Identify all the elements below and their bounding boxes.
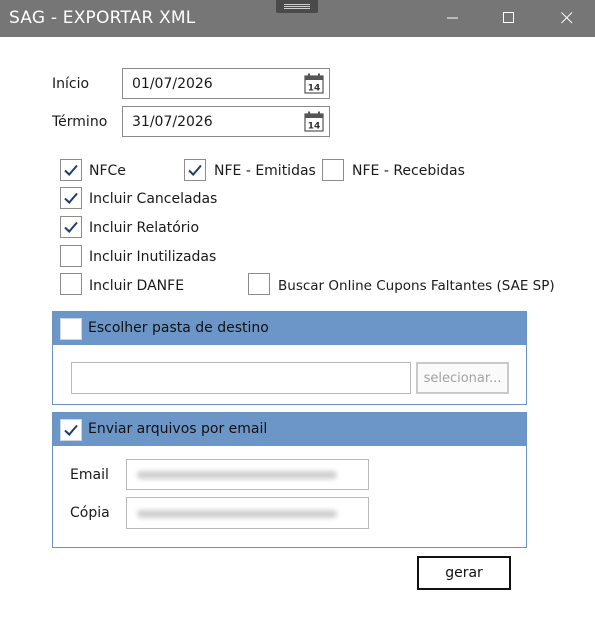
check-icon xyxy=(188,164,202,176)
email-title: Enviar arquivos por email xyxy=(88,421,268,437)
pasta-path-input[interactable] xyxy=(71,362,411,394)
termino-label: Término xyxy=(52,114,108,130)
copia-input[interactable] xyxy=(126,497,369,529)
minimize-button[interactable] xyxy=(439,7,467,29)
pasta-destino-title: Escolher pasta de destino xyxy=(88,320,269,336)
email-group: Enviar arquivos por email Email Cópia xyxy=(52,412,527,548)
incluir-relatorio-label: Incluir Relatório xyxy=(89,220,200,236)
calendar-icon[interactable]: 14 xyxy=(304,73,324,94)
maximize-icon xyxy=(503,12,514,23)
email-header: Enviar arquivos por email xyxy=(53,413,526,446)
check-icon xyxy=(64,164,78,176)
pasta-destino-group: Escolher pasta de destino selecionar... xyxy=(52,311,527,405)
inicio-label: Início xyxy=(52,76,90,92)
window-title: SAG - EXPORTAR XML xyxy=(9,8,196,28)
pasta-destino-checkbox[interactable] xyxy=(60,318,82,340)
title-bar[interactable]: SAG - EXPORTAR XML xyxy=(0,0,595,37)
nfe-recebidas-label: NFE - Recebidas xyxy=(352,163,465,179)
pasta-destino-header: Escolher pasta de destino xyxy=(53,312,526,345)
gerar-button[interactable]: gerar xyxy=(417,556,511,590)
email-checkbox[interactable] xyxy=(60,419,82,441)
incluir-relatorio-checkbox[interactable] xyxy=(60,216,82,238)
incluir-inutilizadas-label: Incluir Inutilizadas xyxy=(89,249,217,265)
nfe-emitidas-label: NFE - Emitidas xyxy=(214,163,316,179)
minimize-icon xyxy=(447,17,458,19)
nfe-recebidas-checkbox[interactable] xyxy=(322,159,344,181)
nfce-label: NFCe xyxy=(89,163,126,179)
incluir-danfe-checkbox[interactable] xyxy=(60,273,82,295)
calendar-icon[interactable]: 14 xyxy=(304,111,324,132)
buscar-online-checkbox[interactable] xyxy=(248,273,270,295)
email-input[interactable] xyxy=(126,459,369,490)
maximize-button[interactable] xyxy=(495,7,523,29)
check-icon xyxy=(64,192,78,204)
nfe-emitidas-checkbox[interactable] xyxy=(184,159,206,181)
incluir-danfe-label: Incluir DANFE xyxy=(89,278,185,294)
buscar-online-label: Buscar Online Cupons Faltantes (SAE SP) xyxy=(278,278,555,294)
inicio-date-picker[interactable]: 01/07/2026 14 xyxy=(122,68,330,99)
selecionar-button[interactable]: selecionar... xyxy=(416,362,509,394)
calendar-day: 14 xyxy=(308,84,321,94)
calendar-day: 14 xyxy=(308,122,321,132)
termino-date-picker[interactable]: 31/07/2026 14 xyxy=(122,106,330,137)
email-label: Email xyxy=(70,467,109,483)
inicio-date-value: 01/07/2026 xyxy=(132,76,213,92)
check-icon xyxy=(64,424,78,436)
close-button[interactable] xyxy=(553,7,581,29)
copia-redacted-value xyxy=(137,510,337,518)
drag-handle[interactable] xyxy=(276,0,318,13)
incluir-canceladas-label: Incluir Canceladas xyxy=(89,191,218,207)
termino-date-value: 31/07/2026 xyxy=(132,114,213,130)
incluir-inutilizadas-checkbox[interactable] xyxy=(60,245,82,267)
nfce-checkbox[interactable] xyxy=(60,159,82,181)
copia-label: Cópia xyxy=(70,505,110,521)
check-icon xyxy=(64,221,78,233)
close-icon xyxy=(561,12,573,24)
email-redacted-value xyxy=(137,471,337,479)
incluir-canceladas-checkbox[interactable] xyxy=(60,187,82,209)
